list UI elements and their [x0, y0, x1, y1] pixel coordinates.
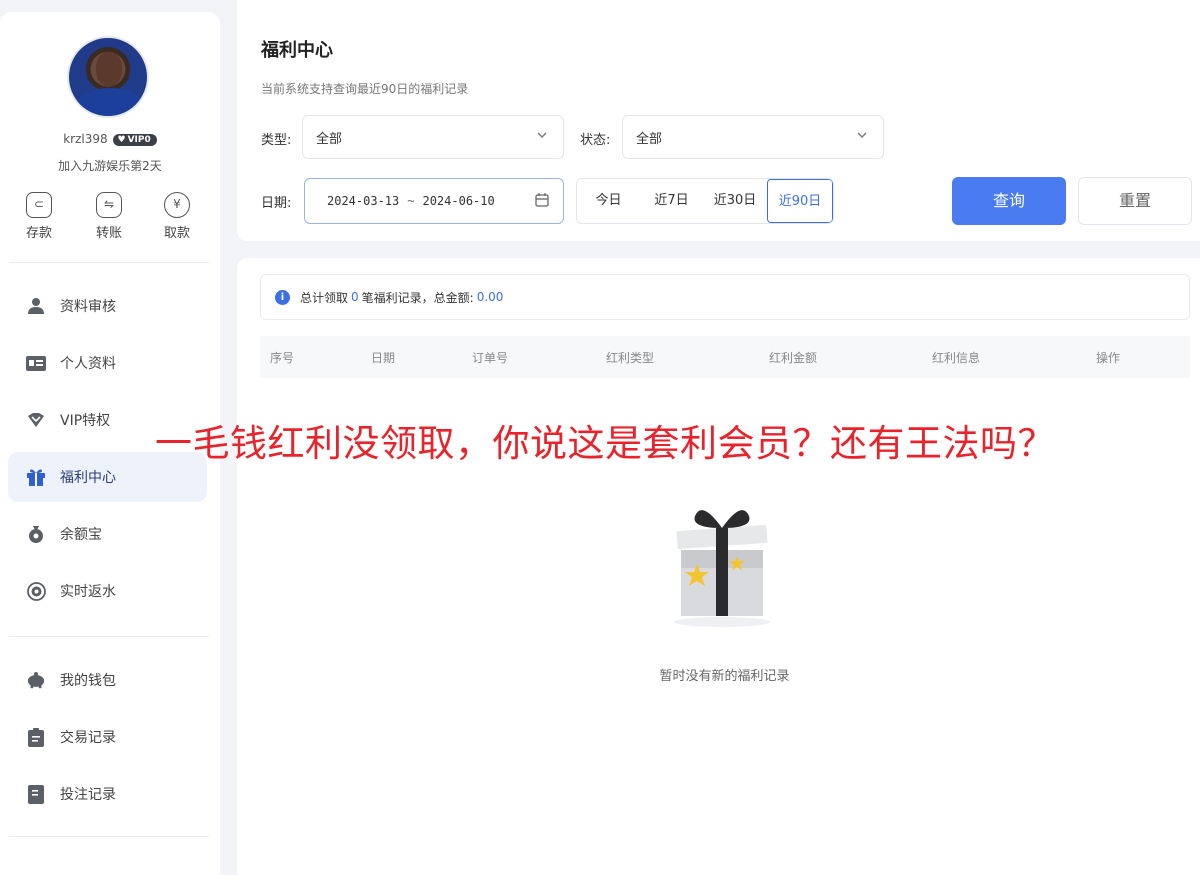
avatar[interactable]: [67, 36, 149, 118]
column-header: 红利金额: [769, 351, 818, 365]
quick-date-30d[interactable]: 近30日: [703, 179, 767, 223]
vip-heart-icon: [26, 411, 46, 429]
sidebar-item-wallet[interactable]: 我的钱包: [8, 655, 207, 705]
deposit-button[interactable]: ⊂ 存款: [9, 192, 69, 241]
sidebar-item-transactions[interactable]: 交易记录: [8, 712, 207, 762]
bet-record-icon: [26, 784, 46, 804]
empty-state-text: 暂时没有新的福利记录: [659, 669, 790, 684]
id-card-icon: [26, 354, 46, 372]
money-bag-icon: [26, 525, 46, 543]
username-row: krzl398 ♥ VIP0: [0, 132, 220, 146]
page-title: 福利中心: [261, 40, 333, 61]
divider: [9, 636, 209, 637]
reset-button[interactable]: 重置: [1078, 177, 1192, 225]
record-count: 0: [351, 290, 359, 304]
column-header: 日期: [371, 351, 396, 365]
sidebar-item-verify[interactable]: 资料审核: [8, 281, 207, 331]
calendar-icon: [535, 193, 549, 207]
date-range-picker[interactable]: 2024-03-13 ~ 2024-06-10: [304, 178, 564, 224]
withdraw-icon: ¥: [164, 192, 190, 218]
date-label: 日期:: [261, 196, 292, 211]
info-icon: i: [275, 289, 290, 305]
clipboard-icon: [26, 727, 46, 747]
piggy-bank-icon: [26, 671, 46, 689]
column-header: 红利信息: [932, 351, 981, 365]
table-header: 序号 日期 订单号 红利类型 红利金额 红利信息 操作: [260, 336, 1190, 378]
type-select[interactable]: 全部: [302, 115, 564, 159]
column-header: 订单号: [472, 351, 509, 365]
quick-actions: ⊂ 存款 ⇋ 转账 ¥ 取款: [0, 192, 220, 252]
sidebar-item-yuebao[interactable]: 余额宝: [8, 509, 207, 559]
withdraw-button[interactable]: ¥ 取款: [147, 192, 207, 241]
status-select[interactable]: 全部: [622, 115, 884, 159]
filter-card: 福利中心 当前系统支持查询最近90日的福利记录 类型: 全部 状态: 全部 日期…: [237, 0, 1200, 241]
date-end: 2024-06-10: [422, 194, 495, 208]
join-days-text: 加入九游娱乐第2天: [58, 159, 162, 173]
deposit-icon: ⊂: [26, 192, 52, 218]
total-amount: 0.00: [476, 290, 504, 304]
user-verify-icon: [26, 297, 46, 315]
sidebar-item-profile[interactable]: 个人资料: [8, 338, 207, 388]
summary-bar: i 总计领取 0 笔福利记录，总金额: 0.00: [260, 274, 1190, 320]
status-label: 状态:: [580, 133, 611, 148]
page-subtitle: 当前系统支持查询最近90日的福利记录: [261, 82, 469, 96]
quick-date-group: 今日 近7日 近30日 近90日: [576, 178, 834, 224]
type-label: 类型:: [261, 133, 292, 148]
empty-gift-illustration: [674, 510, 770, 627]
rebate-icon: [26, 581, 46, 601]
vip-heart-icon: ♥: [117, 134, 126, 145]
records-card: i 总计领取 0 笔福利记录，总金额: 0.00 序号 日期 订单号 红利类型 …: [237, 258, 1200, 875]
column-header: 序号: [270, 351, 295, 365]
date-start: 2024-03-13: [327, 194, 400, 208]
divider: [9, 836, 209, 837]
sidebar-item-rebate[interactable]: 实时返水: [8, 566, 207, 616]
overlay-caption: 一毛钱红利没领取，你说这是套利会员？还有王法吗？: [155, 422, 1055, 465]
username: krzl398: [63, 132, 108, 146]
divider: [9, 262, 209, 263]
transfer-icon: ⇋: [96, 192, 122, 218]
gift-icon: [26, 468, 46, 486]
column-header: 红利类型: [606, 351, 655, 365]
quick-date-today[interactable]: 今日: [577, 179, 640, 223]
vip-badge: ♥ VIP0: [113, 133, 157, 146]
column-header: 操作: [1096, 351, 1121, 365]
quick-date-90d[interactable]: 近90日: [767, 179, 833, 223]
query-button[interactable]: 查询: [952, 177, 1066, 225]
chevron-down-icon: [537, 132, 547, 138]
date-separator: ~: [407, 194, 415, 208]
chevron-down-icon: [857, 132, 867, 138]
transfer-button[interactable]: ⇋ 转账: [79, 192, 139, 241]
quick-date-7d[interactable]: 近7日: [640, 179, 703, 223]
sidebar-item-bets[interactable]: 投注记录: [8, 769, 207, 819]
